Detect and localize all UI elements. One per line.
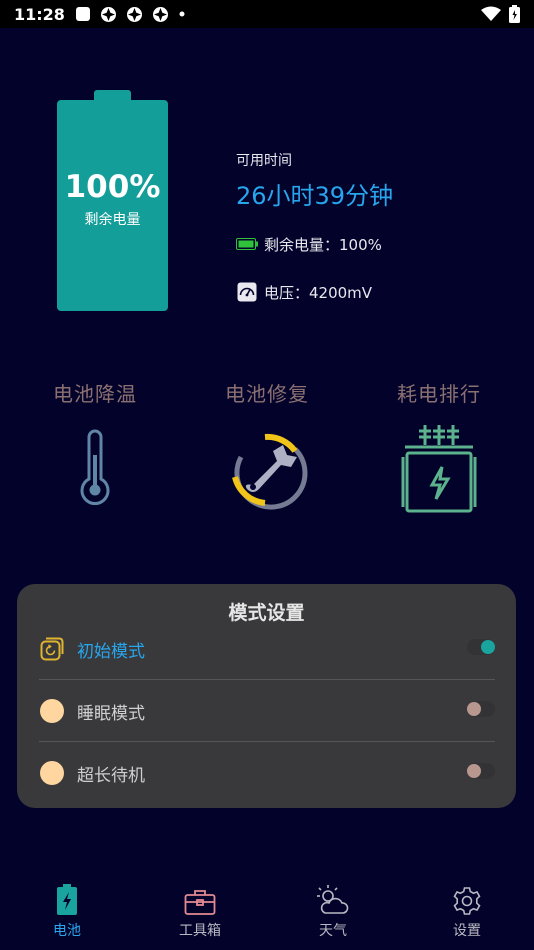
dot-icon (179, 11, 185, 17)
app-icon (126, 6, 142, 22)
status-bar: 11:28 (0, 0, 534, 28)
voltage-row: 电压：4200mV (236, 281, 393, 303)
mode-row-sleep[interactable]: 睡眠模式 (39, 680, 495, 742)
notification-square-icon (75, 7, 90, 21)
dot-icon (39, 760, 65, 786)
status-time: 11:28 (14, 4, 65, 24)
mode-toggle[interactable] (467, 701, 495, 717)
battery-info: 可用时间 26小时39分钟 剩余电量：100% 电压：4200mV (236, 150, 393, 303)
nav-item-battery[interactable]: 电池 (22, 880, 112, 940)
toggle-knob (467, 764, 481, 778)
mode-row-long-standby[interactable]: 超长待机 (39, 742, 495, 804)
toggle-knob (467, 702, 481, 716)
bottom-nav: 电池 工具箱 天气 设置 (0, 880, 534, 950)
mode-toggle[interactable] (467, 639, 495, 655)
nav-item-toolbox[interactable]: 工具箱 (155, 880, 245, 940)
mode-label: 睡眠模式 (77, 703, 145, 724)
battery-percent: 100% (64, 169, 161, 206)
wrench-icon (222, 423, 312, 515)
toolbox-icon (155, 880, 245, 916)
remaining-text: 剩余电量：100% (264, 235, 382, 254)
mode-row-initial[interactable]: 初始模式 (39, 618, 495, 680)
battery-icon (22, 880, 112, 916)
battery-label: 剩余电量 (84, 211, 141, 228)
feature-title: 耗电排行 (397, 382, 481, 406)
app-icon (100, 6, 116, 22)
mode-settings-panel: 模式设置 初始模式 睡眠模式 超长待机 (17, 584, 516, 808)
dot-icon (39, 698, 65, 724)
weather-icon (288, 880, 378, 916)
battery-body: 100% 剩余电量 (57, 100, 168, 311)
nav-item-settings[interactable]: 设置 (422, 880, 512, 940)
nav-item-weather[interactable]: 天气 (288, 880, 378, 940)
restore-icon (39, 636, 65, 662)
feature-battery-repair[interactable]: 电池修复 (197, 378, 337, 515)
small-battery-icon (236, 233, 258, 255)
nav-label: 天气 (319, 923, 347, 939)
mode-label: 超长待机 (77, 765, 145, 786)
battery-level-graphic: 100% 剩余电量 (57, 90, 168, 311)
feature-title: 电池修复 (225, 382, 309, 406)
nav-label: 设置 (453, 923, 481, 939)
feature-title: 电池降温 (53, 382, 137, 406)
available-time-label: 可用时间 (236, 153, 292, 169)
feature-battery-cooling[interactable]: 电池降温 (25, 378, 165, 515)
nav-label: 工具箱 (179, 923, 221, 939)
toggle-knob (481, 640, 495, 654)
gear-icon (422, 880, 512, 916)
voltage-text: 电压：4200mV (264, 283, 373, 302)
app-icon (152, 6, 168, 22)
mode-toggle[interactable] (467, 763, 495, 779)
battery-icon (509, 5, 520, 23)
available-time-value: 26小时39分钟 (236, 182, 394, 210)
nav-label: 电池 (53, 923, 81, 939)
power-ranking-icon (394, 423, 484, 515)
wifi-icon (481, 6, 501, 21)
feature-power-ranking[interactable]: 耗电排行 (369, 378, 509, 515)
thermometer-icon (50, 423, 140, 515)
mode-label: 初始模式 (77, 641, 145, 662)
remaining-row: 剩余电量：100% (236, 233, 393, 255)
gauge-icon (236, 281, 258, 303)
